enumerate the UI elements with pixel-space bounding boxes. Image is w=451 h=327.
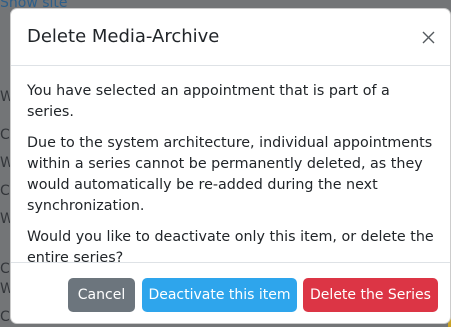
background-text-fragment: C xyxy=(0,309,10,325)
delete-series-button[interactable]: Delete the Series xyxy=(303,278,438,312)
background-text-fragment: C xyxy=(0,127,10,143)
dialog-footer: Cancel Deactivate this item Delete the S… xyxy=(11,262,450,323)
dialog-title: Delete Media-Archive xyxy=(27,26,220,47)
background-text-fragment: C xyxy=(0,183,10,199)
cancel-button[interactable]: Cancel xyxy=(68,278,135,312)
dialog-body: You have selected an appointment that is… xyxy=(27,81,436,279)
deactivate-item-button[interactable]: Deactivate this item xyxy=(142,278,297,312)
dialog-message: You have selected an appointment that is… xyxy=(27,83,390,120)
background-text-fragment: C xyxy=(0,261,10,277)
close-button[interactable] xyxy=(416,25,440,49)
close-icon xyxy=(422,31,434,43)
dialog-explanation: Due to the system architecture, individu… xyxy=(27,135,433,214)
dialog-header: Delete Media-Archive xyxy=(11,9,450,66)
delete-dialog: Delete Media-Archive You have selected a… xyxy=(10,8,451,324)
